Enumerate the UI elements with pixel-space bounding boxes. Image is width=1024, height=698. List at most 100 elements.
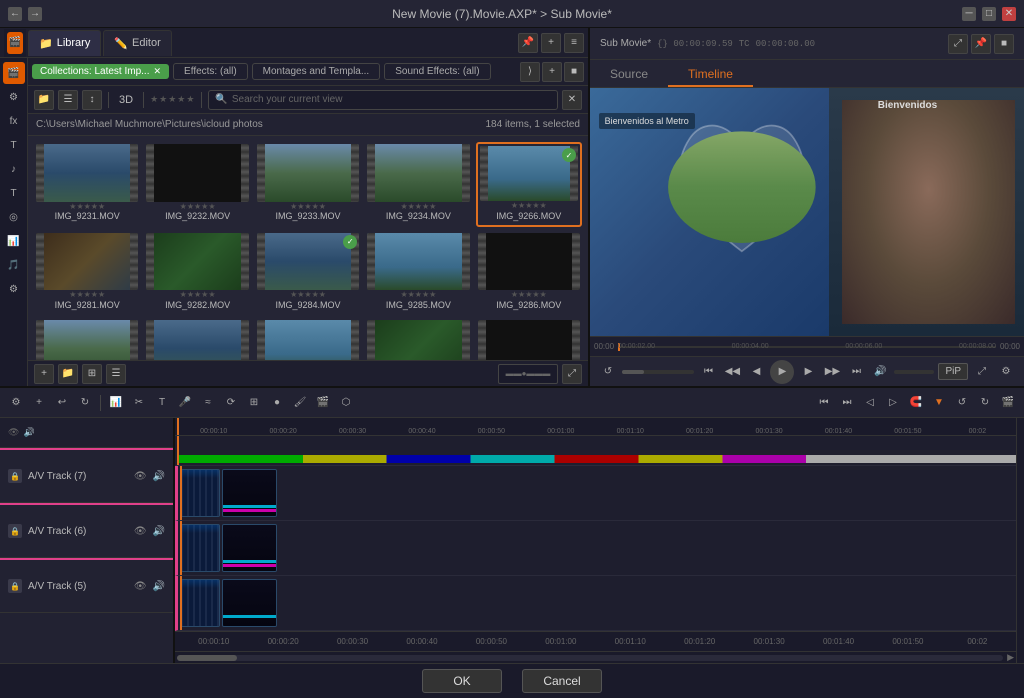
track-5-clip-1[interactable] <box>180 579 220 627</box>
media-item-3[interactable]: ★★★★★ IMG_9234.MOV <box>365 142 471 227</box>
master-eye[interactable]: 👁 <box>8 427 19 438</box>
tl-settings-btn[interactable]: ⚙ <box>6 393 26 413</box>
preview-pin-btn[interactable]: 📌 <box>971 34 991 54</box>
media-item-5[interactable]: ★★★★★ IMG_9281.MOV <box>34 231 140 314</box>
grid-view-btn[interactable]: ⊞ <box>82 364 102 384</box>
track-6-clip-2[interactable] <box>222 524 277 572</box>
prev-frame-btn[interactable]: ◀ <box>746 362 766 382</box>
collection-close[interactable]: ✕ <box>154 66 162 77</box>
media-item-13[interactable]: ★★★★★ IMG_9296.MOV <box>365 318 471 361</box>
track-5-lock[interactable]: 🔒 <box>8 579 22 593</box>
tl-mic-btn[interactable]: 🎤 <box>175 393 195 413</box>
search-clear-btn[interactable]: ✕ <box>562 90 582 110</box>
strip-music-btn[interactable]: ♪ <box>3 158 25 180</box>
scroll-arrow-r[interactable]: ▶ <box>1007 652 1014 663</box>
strip-btn-film[interactable]: 🎬 <box>7 32 23 54</box>
tab-pin-btn[interactable]: 📌 <box>518 33 538 53</box>
folder-btn[interactable]: 📁 <box>34 90 54 110</box>
grid-folder-btn[interactable]: 📁 <box>58 364 78 384</box>
media-item-4[interactable]: ✓ ★★★★★ IMG_9266.MOV <box>476 142 582 227</box>
sort-btn[interactable]: ↕ <box>82 90 102 110</box>
tl-grid-btn[interactable]: ⊞ <box>244 393 264 413</box>
list-view-btn[interactable]: ☰ <box>58 90 78 110</box>
preview-tab-timeline[interactable]: Timeline <box>668 63 753 87</box>
preview-menu-btn[interactable]: ■ <box>994 34 1014 54</box>
track-7-eye[interactable]: 👁 <box>134 471 147 482</box>
collection-sound[interactable]: Sound Effects: (all) <box>384 63 490 80</box>
tl-add-btn[interactable]: + <box>29 393 49 413</box>
col-expand-btn[interactable]: ⟩ <box>520 62 540 82</box>
nav-forward-btn[interactable]: → <box>28 7 42 21</box>
ok-button[interactable]: OK <box>422 669 502 693</box>
media-item-12[interactable]: ★★★★★ IMG_9295.MOV <box>255 318 361 361</box>
tl-orange-btn[interactable]: ▼ <box>929 393 949 413</box>
tl-paint-btn[interactable]: 🖌 <box>290 393 310 413</box>
media-item-10[interactable]: ★★★★★ IMG_9291.MOV <box>34 318 140 361</box>
track-5-clip-2[interactable] <box>222 579 277 627</box>
next-frame-btn[interactable]: ▶ <box>798 362 818 382</box>
master-audio[interactable]: 🔊 <box>23 427 34 438</box>
settings-btn[interactable]: ⚙ <box>996 362 1016 382</box>
media-item-9[interactable]: ★★★★★ IMG_9286.MOV <box>476 231 582 314</box>
tl-chart-btn[interactable]: 📊 <box>106 393 126 413</box>
preview-tab-source[interactable]: Source <box>590 63 668 87</box>
tl-circle-btn[interactable]: ● <box>267 393 287 413</box>
tl-video-btn[interactable]: 🎬 <box>313 393 333 413</box>
tl-end-btn[interactable]: ⏭ <box>837 393 857 413</box>
cancel-button[interactable]: Cancel <box>522 669 602 693</box>
tl-film-btn[interactable]: 🎬 <box>998 393 1018 413</box>
track-6-audio[interactable]: 🔊 <box>153 526 165 537</box>
nav-back-btn[interactable]: ← <box>8 7 22 21</box>
tl-text-btn[interactable]: T <box>152 393 172 413</box>
scroll-thumb[interactable] <box>177 655 237 661</box>
strip-chart-btn[interactable]: 📊 <box>3 230 25 252</box>
media-item-0[interactable]: ★★★★★ IMG_9231.MOV <box>34 142 140 227</box>
tl-undo2-btn[interactable]: ↺ <box>952 393 972 413</box>
tl-warp-btn[interactable]: ⟳ <box>221 393 241 413</box>
collection-effects[interactable]: Effects: (all) <box>173 63 248 80</box>
minimize-btn[interactable]: ─ <box>962 7 976 21</box>
fullscreen-btn[interactable]: ⤢ <box>972 362 992 382</box>
tl-wave-btn[interactable]: ≈ <box>198 393 218 413</box>
track-7-clip-2[interactable] <box>222 469 277 517</box>
step-fwd-btn[interactable]: ▶▶ <box>822 362 842 382</box>
tl-r2-btn[interactable]: ▷ <box>883 393 903 413</box>
collection-montages[interactable]: Montages and Templa... <box>252 63 381 80</box>
media-item-7[interactable]: ✓ ★★★★★ IMG_9284.MOV <box>255 231 361 314</box>
strip-bottom-btn[interactable]: ⚙ <box>3 278 25 300</box>
strip-title-btn[interactable]: T <box>3 182 25 204</box>
media-item-6[interactable]: ★★★★★ IMG_9282.MOV <box>144 231 250 314</box>
grid-list-btn[interactable]: ☰ <box>106 364 126 384</box>
search-box[interactable]: 🔍 Search your current view <box>208 90 558 110</box>
tab-editor[interactable]: ✏️ Editor <box>103 30 171 56</box>
track-7-audio[interactable]: 🔊 <box>153 471 165 482</box>
strip-film-btn[interactable]: 🎬 <box>3 62 25 84</box>
tl-refresh-btn[interactable]: ↻ <box>75 393 95 413</box>
tl-skip-btn[interactable]: ⏮ <box>814 393 834 413</box>
tab-menu-btn[interactable]: ≡ <box>564 33 584 53</box>
track-5-audio[interactable]: 🔊 <box>153 581 165 592</box>
scroll-track[interactable] <box>177 655 1003 661</box>
progress-bar[interactable] <box>622 370 694 374</box>
skip-start-btn[interactable]: ⏮ <box>698 362 718 382</box>
tab-library[interactable]: 📁 Library <box>28 30 101 56</box>
track-7-clip-1[interactable] <box>180 469 220 517</box>
tl-cut-btn[interactable]: ✂ <box>129 393 149 413</box>
skip-end-btn[interactable]: ⏭ <box>846 362 866 382</box>
step-back-btn[interactable]: ◀◀ <box>722 362 742 382</box>
timeline-progress-bar[interactable]: 00:00:02.00 00:00:04.00 00:00:06.00 00:0… <box>618 346 996 348</box>
loop-btn[interactable]: ↺ <box>598 362 618 382</box>
media-item-14[interactable]: ★★★★★ IMG_9298.MOV <box>476 318 582 361</box>
grid-slider[interactable]: ▬▬●▬▬▬ <box>498 364 558 384</box>
grid-add-btn[interactable]: + <box>34 364 54 384</box>
restore-btn[interactable]: □ <box>982 7 996 21</box>
active-collection[interactable]: Collections: Latest Imp... ✕ <box>32 64 169 79</box>
play-btn[interactable]: ▶ <box>770 360 794 384</box>
3d-label[interactable]: 3D <box>115 94 137 106</box>
track-6-clip-1[interactable] <box>180 524 220 572</box>
tracks-scrollbar-v[interactable] <box>1016 418 1024 663</box>
track-7-lock[interactable]: 🔒 <box>8 469 22 483</box>
tl-hex-btn[interactable]: ⬡ <box>336 393 356 413</box>
col-menu-btn[interactable]: ■ <box>564 62 584 82</box>
track-6-eye[interactable]: 👁 <box>134 526 147 537</box>
